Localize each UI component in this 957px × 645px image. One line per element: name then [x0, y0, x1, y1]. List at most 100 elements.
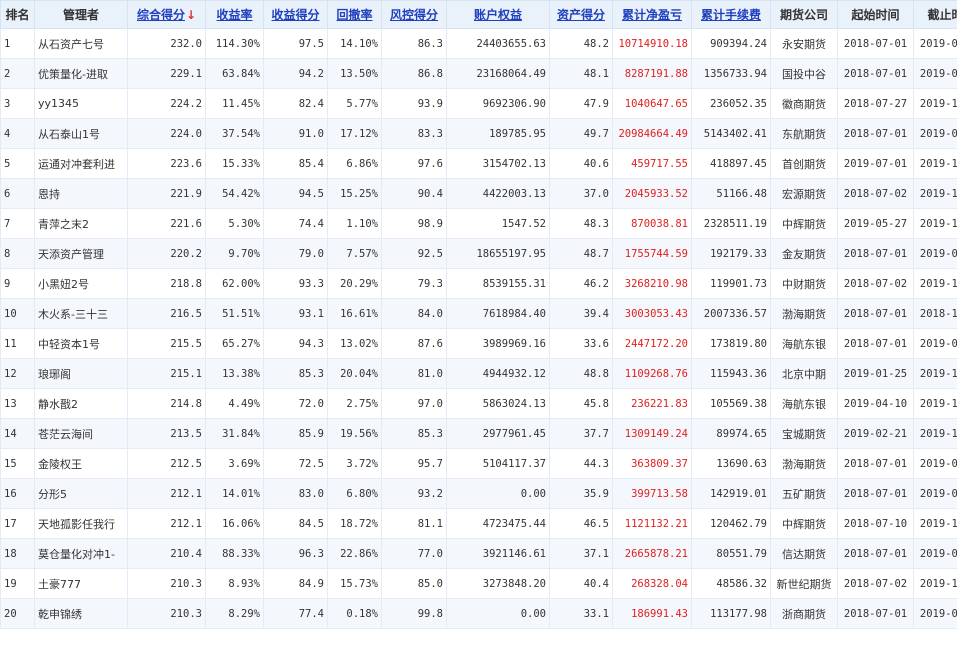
cell-manager[interactable]: 小黑妞2号: [34, 268, 128, 299]
cell-manager[interactable]: 从石泰山1号: [34, 118, 128, 149]
cell-risk-score: 81.0: [381, 358, 447, 389]
cell-fees: 80551.79: [691, 538, 771, 569]
cell-account-equity: 3921146.61: [446, 538, 550, 569]
cell-start-date: 2018-07-01: [837, 478, 914, 509]
cell-fees: 236052.35: [691, 88, 771, 119]
cell-drawdown-rate: 7.57%: [327, 238, 382, 269]
cell-manager[interactable]: 苍茫云海间: [34, 418, 128, 449]
cell-asset-score: 48.2: [549, 28, 613, 59]
cell-start-date: 2018-07-02: [837, 268, 914, 299]
table-row: 19 土豪777 210.3 8.93% 84.9 15.73% 85.0 3273848.2…: [0, 568, 957, 599]
header-risk-score[interactable]: 风控得分: [381, 0, 447, 29]
header-asset-score[interactable]: 资产得分: [549, 0, 613, 29]
cell-rank: 20: [0, 598, 35, 629]
cell-return-rate: 4.49%: [205, 388, 264, 419]
table-row: 14 苍茫云海间 213.5 31.84% 85.9 19.56% 85.3 2977961.…: [0, 418, 957, 449]
cell-rank: 14: [0, 418, 35, 449]
cell-broker: 金友期货: [770, 238, 838, 269]
cell-manager[interactable]: 分形5: [34, 478, 128, 509]
header-return-rate[interactable]: 收益率: [205, 0, 264, 29]
cell-return-score: 96.3: [263, 538, 328, 569]
cell-manager[interactable]: 天添资产管理: [34, 238, 128, 269]
cell-composite-score: 224.2: [127, 88, 206, 119]
cell-composite-score: 210.3: [127, 598, 206, 629]
cell-broker: 海航东银: [770, 388, 838, 419]
cell-risk-score: 93.9: [381, 88, 447, 119]
cell-net-profit: 20984664.49: [612, 118, 692, 149]
header-net-profit[interactable]: 累计净盈亏: [612, 0, 692, 29]
cell-rank: 17: [0, 508, 35, 539]
cell-manager[interactable]: 土豪777: [34, 568, 128, 599]
cell-fees: 1356733.94: [691, 58, 771, 89]
cell-asset-score: 46.5: [549, 508, 613, 539]
cell-risk-score: 93.2: [381, 478, 447, 509]
cell-composite-score: 223.6: [127, 148, 206, 179]
cell-account-equity: 9692306.90: [446, 88, 550, 119]
cell-composite-score: 232.0: [127, 28, 206, 59]
cell-fees: 105569.38: [691, 388, 771, 419]
cell-fees: 119901.73: [691, 268, 771, 299]
cell-net-profit: 1755744.59: [612, 238, 692, 269]
cell-risk-score: 90.4: [381, 178, 447, 209]
cell-net-profit: 1309149.24: [612, 418, 692, 449]
cell-return-rate: 16.06%: [205, 508, 264, 539]
cell-manager[interactable]: 琅琊阁: [34, 358, 128, 389]
cell-manager[interactable]: 乾申锦绣: [34, 598, 128, 629]
cell-composite-score: 215.1: [127, 358, 206, 389]
cell-end-date: 2019-05-08: [913, 118, 957, 149]
cell-rank: 9: [0, 268, 35, 299]
cell-manager[interactable]: 金陵权王: [34, 448, 128, 479]
cell-end-date: 2019-03-19: [913, 478, 957, 509]
cell-drawdown-rate: 14.10%: [327, 28, 382, 59]
cell-broker: 首创期货: [770, 148, 838, 179]
cell-fees: 51166.48: [691, 178, 771, 209]
table-row: 17 天地孤影任我行 212.1 16.06% 84.5 18.72% 81.1 472347…: [0, 508, 957, 539]
cell-end-date: 2019-11-04: [913, 418, 957, 449]
cell-return-rate: 31.84%: [205, 418, 264, 449]
cell-broker: 宝城期货: [770, 418, 838, 449]
cell-asset-score: 37.0: [549, 178, 613, 209]
cell-manager[interactable]: 木火系-三十三: [34, 298, 128, 329]
cell-broker: 中辉期货: [770, 508, 838, 539]
cell-asset-score: 33.6: [549, 328, 613, 359]
header-composite-score[interactable]: 综合得分↓: [127, 0, 206, 29]
cell-end-date: 2018-11-26: [913, 298, 957, 329]
header-composite-score-label[interactable]: 综合得分: [137, 8, 185, 22]
cell-start-date: 2019-04-10: [837, 388, 914, 419]
cell-manager[interactable]: 天地孤影任我行: [34, 508, 128, 539]
header-fees[interactable]: 累计手续费: [691, 0, 771, 29]
cell-manager[interactable]: yy1345: [34, 88, 128, 119]
header-drawdown-rate[interactable]: 回撤率: [327, 0, 382, 29]
cell-start-date: 2019-05-27: [837, 208, 914, 239]
header-return-score[interactable]: 收益得分: [263, 0, 328, 29]
sort-desc-arrow-icon: ↓: [185, 8, 197, 22]
cell-asset-score: 37.7: [549, 418, 613, 449]
cell-manager[interactable]: 优策量化-进取: [34, 58, 128, 89]
cell-manager[interactable]: 静水戬2: [34, 388, 128, 419]
cell-manager[interactable]: 中轻资本1号: [34, 328, 128, 359]
cell-asset-score: 45.8: [549, 388, 613, 419]
cell-manager[interactable]: 青萍之末2: [34, 208, 128, 239]
cell-rank: 8: [0, 238, 35, 269]
cell-manager[interactable]: 从石资产七号: [34, 28, 128, 59]
cell-risk-score: 83.3: [381, 118, 447, 149]
cell-manager[interactable]: 恩持: [34, 178, 128, 209]
cell-account-equity: 4944932.12: [446, 358, 550, 389]
cell-composite-score: 210.4: [127, 538, 206, 569]
cell-return-score: 85.3: [263, 358, 328, 389]
cell-manager[interactable]: 运通对冲套利进: [34, 148, 128, 179]
table-row: 8 天添资产管理 220.2 9.70% 79.0 7.57% 92.5 18655197.9…: [0, 238, 957, 269]
cell-account-equity: 3273848.20: [446, 568, 550, 599]
cell-account-equity: 7618984.40: [446, 298, 550, 329]
header-account-equity[interactable]: 账户权益: [446, 0, 550, 29]
cell-rank: 7: [0, 208, 35, 239]
table-body: 1 从石资产七号 232.0 114.30% 97.5 14.10% 86.3 2440365…: [0, 28, 957, 629]
cell-end-date: 2019-02-22: [913, 328, 957, 359]
cell-start-date: 2018-07-01: [837, 58, 914, 89]
cell-manager[interactable]: 莫仓量化对冲1-: [34, 538, 128, 569]
cell-return-score: 93.3: [263, 268, 328, 299]
cell-end-date: 2019-11-04: [913, 568, 957, 599]
cell-drawdown-rate: 2.75%: [327, 388, 382, 419]
cell-net-profit: 2045933.52: [612, 178, 692, 209]
cell-fees: 5143402.41: [691, 118, 771, 149]
